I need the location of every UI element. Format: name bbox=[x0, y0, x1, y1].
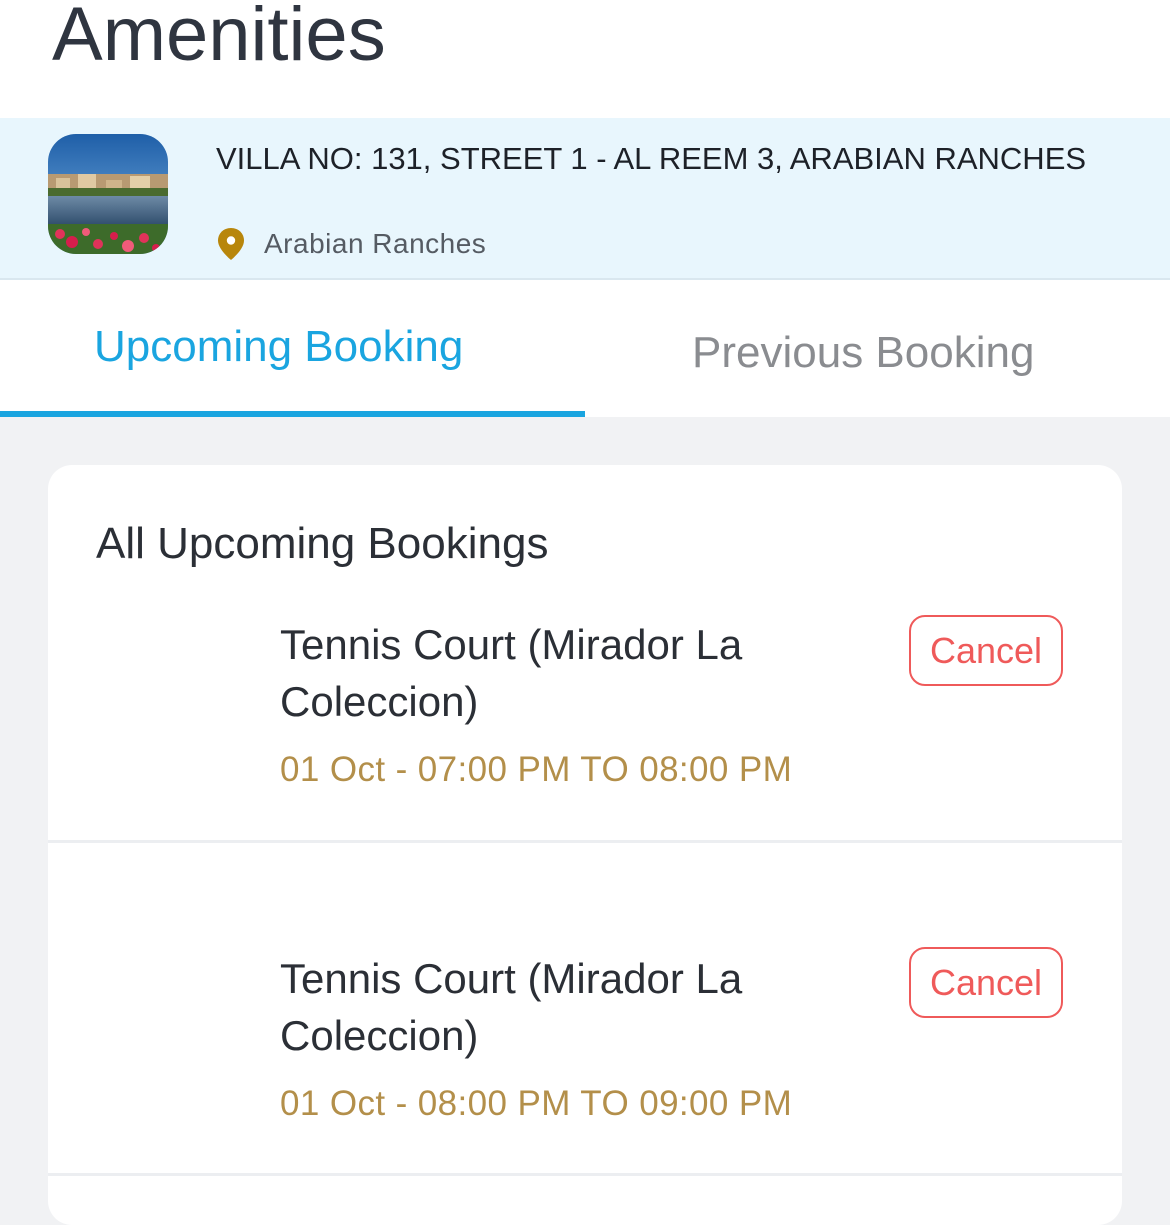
location-pin-icon bbox=[218, 228, 244, 260]
upcoming-bookings-card: All Upcoming Bookings Tennis Court (Mira… bbox=[48, 465, 1122, 1225]
booking-item-partial bbox=[48, 1176, 1122, 1225]
property-card[interactable]: VILLA NO: 131, STREET 1 - AL REEM 3, ARA… bbox=[0, 118, 1170, 280]
header: Amenities bbox=[0, 0, 1170, 118]
amenity-name: Tennis Court (Mirador La Coleccion) bbox=[280, 621, 743, 725]
tab-label: Upcoming Booking bbox=[94, 322, 464, 371]
page-title: Amenities bbox=[52, 0, 386, 77]
tab-label: Previous Booking bbox=[692, 328, 1035, 377]
property-community: Arabian Ranches bbox=[216, 224, 486, 264]
tab-upcoming-booking[interactable]: Upcoming Booking bbox=[0, 280, 585, 417]
booking-item: Tennis Court (Mirador La Coleccion) 01 O… bbox=[48, 843, 1122, 1176]
booking-time: 01 Oct - 07:00 PM TO 08:00 PM bbox=[280, 750, 793, 789]
booking-item: Tennis Court (Mirador La Coleccion) 01 O… bbox=[48, 585, 1122, 843]
property-address: VILLA NO: 131, STREET 1 - AL REEM 3, ARA… bbox=[216, 141, 1087, 176]
active-tab-indicator bbox=[0, 411, 585, 417]
tab-previous-booking[interactable]: Previous Booking bbox=[585, 280, 1170, 417]
property-image bbox=[48, 134, 168, 254]
cancel-button[interactable]: Cancel bbox=[909, 947, 1063, 1018]
section-title: All Upcoming Bookings bbox=[96, 519, 549, 568]
community-label: Arabian Ranches bbox=[264, 228, 487, 259]
booking-time: 01 Oct - 08:00 PM TO 09:00 PM bbox=[280, 1084, 793, 1123]
booking-tabs: Upcoming Booking Previous Booking bbox=[0, 280, 1170, 417]
cancel-button[interactable]: Cancel bbox=[909, 615, 1063, 686]
amenity-name: Tennis Court (Mirador La Coleccion) bbox=[280, 955, 743, 1059]
